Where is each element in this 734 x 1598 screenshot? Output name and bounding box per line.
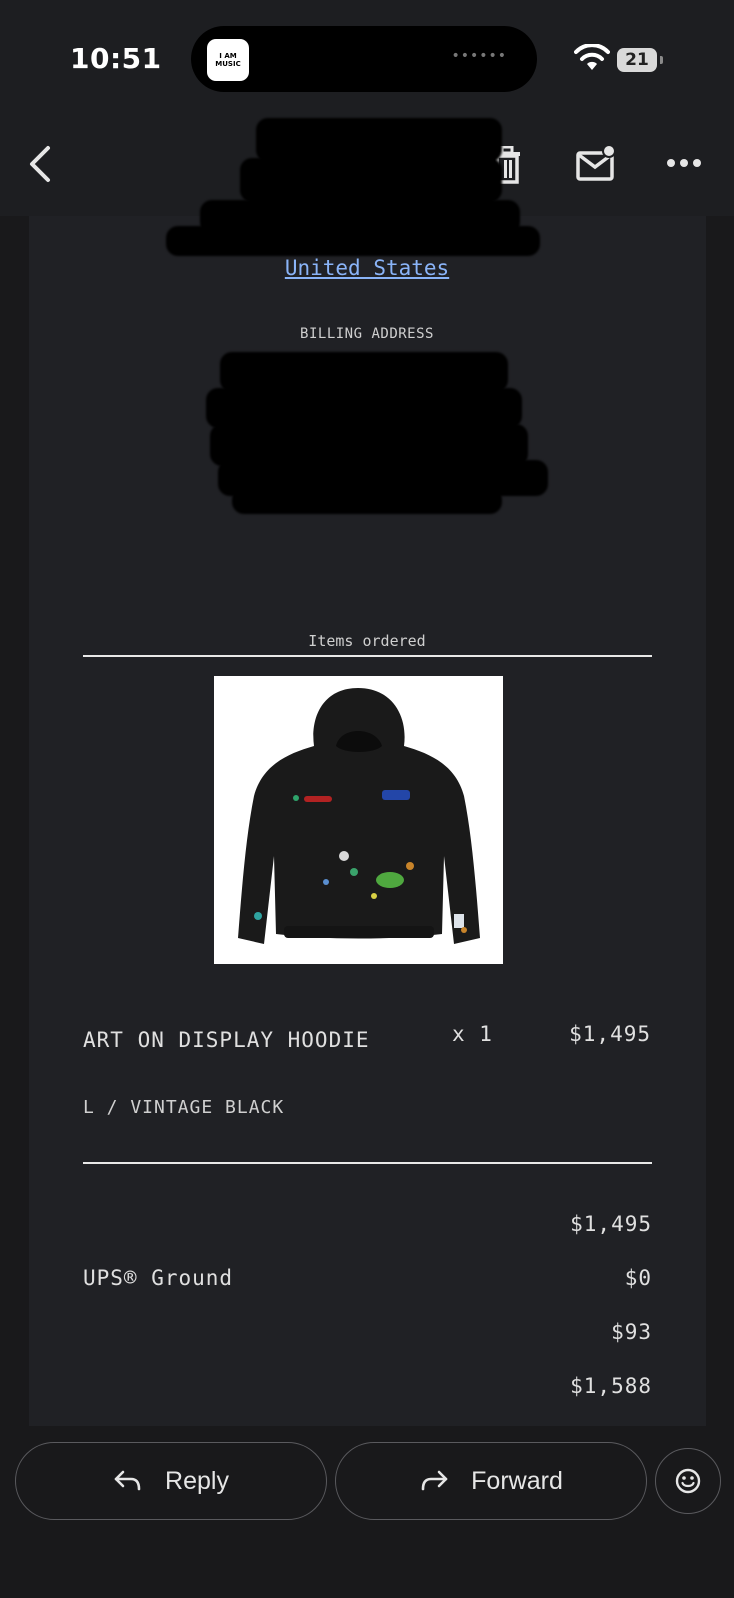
summary-label: UPS® Ground (83, 1266, 234, 1290)
items-ordered-heading: Items ordered (308, 632, 426, 650)
billing-address-label: BILLING ADDRESS (300, 326, 434, 342)
items-divider-bottom (83, 1162, 652, 1164)
status-time: 10:51 (70, 42, 162, 75)
smiley-icon (675, 1468, 701, 1494)
chevron-left-icon[interactable] (26, 144, 56, 184)
items-divider-top (83, 655, 652, 657)
redacted-shipping-address-line (240, 158, 502, 202)
product-image[interactable] (214, 676, 503, 964)
redacted-billing-address (220, 352, 508, 392)
product-variant: L / VINTAGE BLACK (83, 1097, 285, 1118)
summary-value: $0 (624, 1266, 652, 1290)
forward-label: Forward (471, 1466, 563, 1495)
redacted-billing-address-line (206, 388, 522, 428)
summary-value: $93 (611, 1320, 652, 1344)
more-horizontal-icon[interactable] (666, 156, 702, 170)
redacted-shipping-address-line (166, 226, 540, 256)
emoji-reaction-button[interactable] (655, 1448, 721, 1514)
status-bar: 10:51 I AM MUSIC •••••• 21 (0, 0, 734, 110)
product-quantity: x 1 (452, 1022, 493, 1046)
mail-unread-icon[interactable] (576, 144, 616, 182)
shipping-country-link[interactable]: United States (0, 256, 734, 280)
reply-label: Reply (165, 1466, 229, 1495)
redacted-shipping-address (256, 118, 502, 162)
product-name: ART ON DISPLAY HOODIE (83, 1028, 370, 1052)
reply-arrow-icon (114, 1470, 141, 1491)
dynamic-island: I AM MUSIC •••••• (191, 26, 537, 92)
wifi-icon (574, 44, 610, 70)
audio-waveform-icon: •••••• (451, 48, 507, 64)
summary-value: $1,588 (570, 1374, 652, 1398)
reply-button[interactable]: Reply (15, 1442, 327, 1520)
forward-button[interactable]: Forward (335, 1442, 647, 1520)
product-price: $1,495 (569, 1022, 651, 1046)
forward-arrow-icon (421, 1470, 448, 1491)
redacted-billing-address-line (232, 488, 502, 514)
now-playing-app-icon: I AM MUSIC (207, 39, 249, 81)
hoodie-illustration (238, 688, 480, 944)
summary-value: $1,495 (570, 1212, 652, 1236)
reply-action-bar: Reply Forward (0, 1426, 734, 1598)
battery-nub (660, 56, 663, 64)
battery-icon: 21 (617, 48, 657, 72)
